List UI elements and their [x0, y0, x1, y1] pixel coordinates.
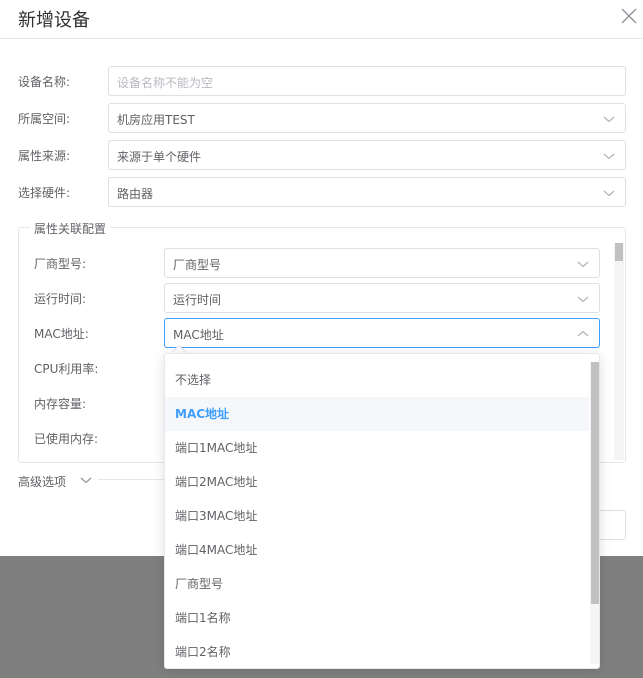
advanced-options-label: 高级选项	[18, 475, 67, 489]
device-name-row: 设备名称: 设备名称不能为空	[0, 66, 643, 96]
mac-select[interactable]: MAC地址	[164, 318, 600, 348]
uptime-value: 运行时间	[173, 293, 222, 307]
device-name-input[interactable]: 设备名称不能为空	[108, 66, 626, 96]
vendor-model-label: 厂商型号:	[34, 257, 87, 271]
device-name-placeholder: 设备名称不能为空	[117, 76, 214, 90]
mac-value: MAC地址	[173, 328, 224, 342]
uptime-select[interactable]: 运行时间	[164, 283, 600, 313]
mapping-row-uptime: 运行时间: 运行时间	[0, 283, 643, 313]
option-vendor-model[interactable]: 厂商型号	[165, 567, 589, 601]
source-row: 属性来源: 来源于单个硬件	[0, 140, 643, 170]
hardware-row: 选择硬件: 路由器	[0, 177, 643, 207]
memory-label: 内存容量:	[34, 397, 87, 411]
chevron-down-icon	[603, 190, 615, 197]
space-label: 所属空间:	[18, 112, 71, 126]
option-port3-mac[interactable]: 端口3MAC地址	[165, 499, 589, 533]
dropdown-scrollbar[interactable]	[590, 362, 599, 664]
dialog-title: 新增设备	[18, 10, 90, 31]
hardware-label: 选择硬件:	[18, 186, 71, 200]
used-memory-label: 已使用内存:	[34, 432, 99, 446]
mac-label: MAC地址:	[34, 327, 89, 341]
hardware-value: 路由器	[117, 187, 154, 201]
device-name-label: 设备名称:	[18, 75, 71, 89]
option-port1-mac[interactable]: 端口1MAC地址	[165, 431, 589, 465]
source-value: 来源于单个硬件	[117, 150, 202, 164]
advanced-options-toggle[interactable]: 高级选项	[18, 471, 92, 489]
option-port2-mac[interactable]: 端口2MAC地址	[165, 465, 589, 499]
mapping-scrollbar-thumb[interactable]	[615, 243, 623, 261]
chevron-down-icon	[577, 296, 589, 303]
chevron-down-icon	[577, 261, 589, 268]
uptime-label: 运行时间:	[34, 292, 87, 306]
option-port2-name[interactable]: 端口2名称	[165, 635, 589, 668]
chevron-down-icon	[603, 116, 615, 123]
source-label: 属性来源:	[18, 149, 71, 163]
option-port4-mac[interactable]: 端口4MAC地址	[165, 533, 589, 567]
footer-button-edge[interactable]	[598, 510, 626, 540]
cpu-label: CPU利用率:	[34, 362, 99, 376]
close-icon[interactable]	[619, 6, 639, 26]
mapping-row-mac: MAC地址: MAC地址	[0, 318, 643, 348]
vendor-model-value: 厂商型号	[173, 258, 222, 272]
mac-dropdown-menu: 不选择 MAC地址 端口1MAC地址 端口2MAC地址 端口3MAC地址 端口4…	[164, 353, 600, 669]
option-none[interactable]: 不选择	[165, 363, 589, 397]
option-port1-name[interactable]: 端口1名称	[165, 601, 589, 635]
mapping-scrollbar[interactable]	[614, 243, 624, 460]
mapping-row-vendor-model: 厂商型号: 厂商型号	[0, 248, 643, 278]
attribute-mapping-legend: 属性关联配置	[30, 220, 111, 237]
space-value: 机房应用TEST	[117, 113, 195, 127]
dialog-header: 新增设备	[0, 0, 643, 39]
option-mac[interactable]: MAC地址	[165, 397, 589, 431]
vendor-model-select[interactable]: 厂商型号	[164, 248, 600, 278]
advanced-divider	[98, 479, 164, 480]
space-row: 所属空间: 机房应用TEST	[0, 103, 643, 133]
chevron-down-icon	[80, 477, 92, 484]
space-select[interactable]: 机房应用TEST	[108, 103, 626, 133]
dropdown-scrollbar-thumb[interactable]	[591, 362, 599, 604]
chevron-up-icon	[577, 330, 589, 337]
source-select[interactable]: 来源于单个硬件	[108, 140, 626, 170]
hardware-select[interactable]: 路由器	[108, 177, 626, 207]
chevron-down-icon	[603, 153, 615, 160]
